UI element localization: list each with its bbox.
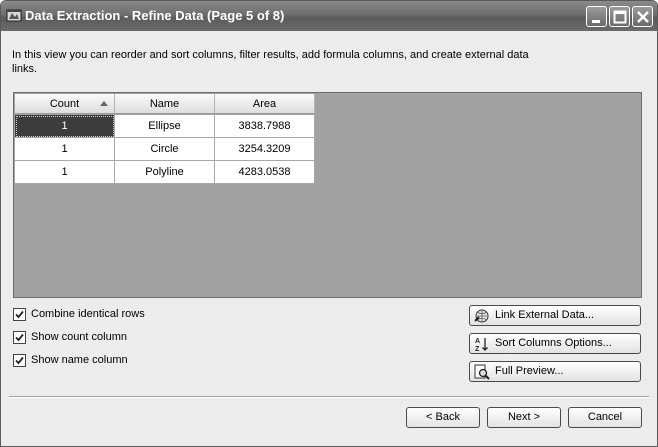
link-icon <box>474 308 490 324</box>
show-count-label: Show count column <box>31 331 127 343</box>
svg-text:Z: Z <box>475 346 480 352</box>
sort-columns-options-button[interactable]: A Z Sort Columns Options... <box>469 333 641 354</box>
combine-rows-option[interactable]: Combine identical rows <box>13 306 145 322</box>
page-description: In this view you can reorder and sort co… <box>12 49 529 75</box>
full-preview-button[interactable]: Full Preview... <box>469 361 641 382</box>
magnifier-icon <box>474 364 490 380</box>
table-cell[interactable]: Ellipse <box>115 115 215 138</box>
sort-az-icon: A Z <box>474 336 490 353</box>
data-extraction-window: Data Extraction - Refine Data (Page 5 of… <box>0 0 658 447</box>
column-header-area[interactable]: Area <box>215 94 315 114</box>
show-count-option[interactable]: Show count column <box>13 329 127 345</box>
show-name-option[interactable]: Show name column <box>13 352 128 368</box>
sort-columns-options-label: Sort Columns Options... <box>495 337 612 349</box>
app-icon <box>6 8 22 22</box>
combine-rows-label: Combine identical rows <box>31 308 145 320</box>
sort-ascending-icon <box>100 101 108 106</box>
grid-header: Count Name Area <box>15 94 315 114</box>
table-cell[interactable]: 1 <box>15 138 115 161</box>
data-grid[interactable]: Count Name Area 1 Ellipse 3838.7988 1 Ci… <box>13 92 642 298</box>
table-cell[interactable]: 3838.7988 <box>215 115 315 138</box>
back-button[interactable]: < Back <box>406 407 480 428</box>
svg-text:A: A <box>475 338 480 345</box>
table-cell[interactable]: Circle <box>115 138 215 161</box>
table-row[interactable]: 1 Polyline 4283.0538 <box>15 161 315 184</box>
title-bar[interactable]: Data Extraction - Refine Data (Page 5 of… <box>1 1 657 31</box>
table-cell[interactable]: 3254.3209 <box>215 138 315 161</box>
maximize-button[interactable] <box>609 6 630 27</box>
minimize-button[interactable] <box>586 6 607 27</box>
show-name-checkbox[interactable] <box>13 353 26 367</box>
next-button[interactable]: Next > <box>487 407 561 428</box>
table-cell[interactable]: 1 <box>15 115 115 138</box>
close-button[interactable] <box>632 6 653 27</box>
column-header-name[interactable]: Name <box>115 94 215 114</box>
table-cell[interactable]: Polyline <box>115 161 215 184</box>
combine-rows-checkbox[interactable] <box>13 307 26 321</box>
table-cell[interactable]: 1 <box>15 161 115 184</box>
column-header-count[interactable]: Count <box>15 94 115 114</box>
table-cell[interactable]: 4283.0538 <box>215 161 315 184</box>
grid-body: 1 Ellipse 3838.7988 1 Circle 3254.3209 1… <box>15 115 315 184</box>
table-row[interactable]: 1 Ellipse 3838.7988 <box>15 115 315 138</box>
link-external-data-label: Link External Data... <box>495 309 595 321</box>
window-title: Data Extraction - Refine Data (Page 5 of… <box>25 8 285 23</box>
cancel-button[interactable]: Cancel <box>568 407 642 428</box>
separator <box>9 396 649 398</box>
link-external-data-button[interactable]: Link External Data... <box>469 305 641 326</box>
show-count-checkbox[interactable] <box>13 330 26 344</box>
full-preview-label: Full Preview... <box>495 365 564 377</box>
show-name-label: Show name column <box>31 354 128 366</box>
table-row[interactable]: 1 Circle 3254.3209 <box>15 138 315 161</box>
